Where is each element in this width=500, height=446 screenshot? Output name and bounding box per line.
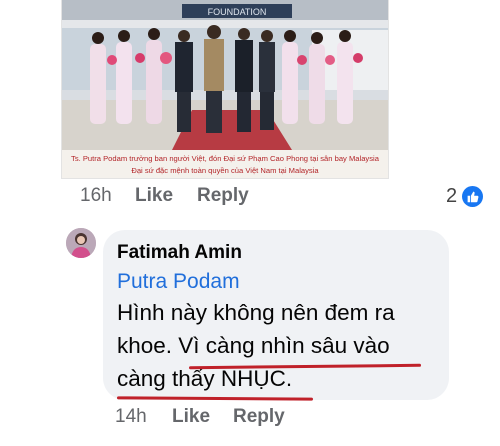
- reply-button[interactable]: Reply: [197, 185, 249, 207]
- comment-author[interactable]: Fatimah Amin: [117, 242, 242, 264]
- mention-link[interactable]: Putra Podam: [117, 270, 240, 294]
- comment-like-button[interactable]: Like: [172, 406, 210, 428]
- comment-timestamp[interactable]: 14h: [115, 406, 147, 428]
- comment-line-2: khoe. Vì càng nhìn sâu vào: [117, 329, 447, 362]
- comment-actions-row: 14h Like Reply: [115, 406, 500, 436]
- caption-line-1: Ts. Putra Podam trưởng ban người Việt, đ…: [71, 154, 379, 163]
- post-actions-row: 16h Like Reply: [80, 185, 500, 215]
- comment-bubble: Fatimah Amin Putra Podam Hình này không …: [103, 230, 449, 401]
- post-timestamp[interactable]: 16h: [80, 185, 112, 207]
- comment-reply-button[interactable]: Reply: [233, 406, 285, 428]
- reaction-count[interactable]: 2: [446, 185, 457, 208]
- comment-line-2-start: khoe.: [117, 333, 179, 358]
- airport-group-photo: FOUNDATION: [62, 0, 388, 150]
- like-thumb-icon[interactable]: [462, 186, 483, 207]
- comment-line-1: Hình này không nên đem ra: [117, 300, 395, 325]
- photo-caption: Ts. Putra Podam trưởng ban người Việt, đ…: [62, 150, 388, 178]
- caption-line-2: Đại sứ đặc mệnh toàn quyền của Việt Nam …: [131, 166, 319, 175]
- banner-text: FOUNDATION: [208, 7, 267, 17]
- commenter-avatar[interactable]: [66, 228, 96, 258]
- comment-line-2-emphasis: Vì càng nhìn sâu vào: [178, 333, 390, 358]
- red-underline-2: [116, 396, 314, 401]
- comment-text: Hình này không nên đem ra khoe. Vì càng …: [117, 296, 447, 395]
- post-photo[interactable]: FOUNDATION Ts. Putra Podam trưởng ban ng…: [62, 0, 388, 178]
- like-button[interactable]: Like: [135, 185, 173, 207]
